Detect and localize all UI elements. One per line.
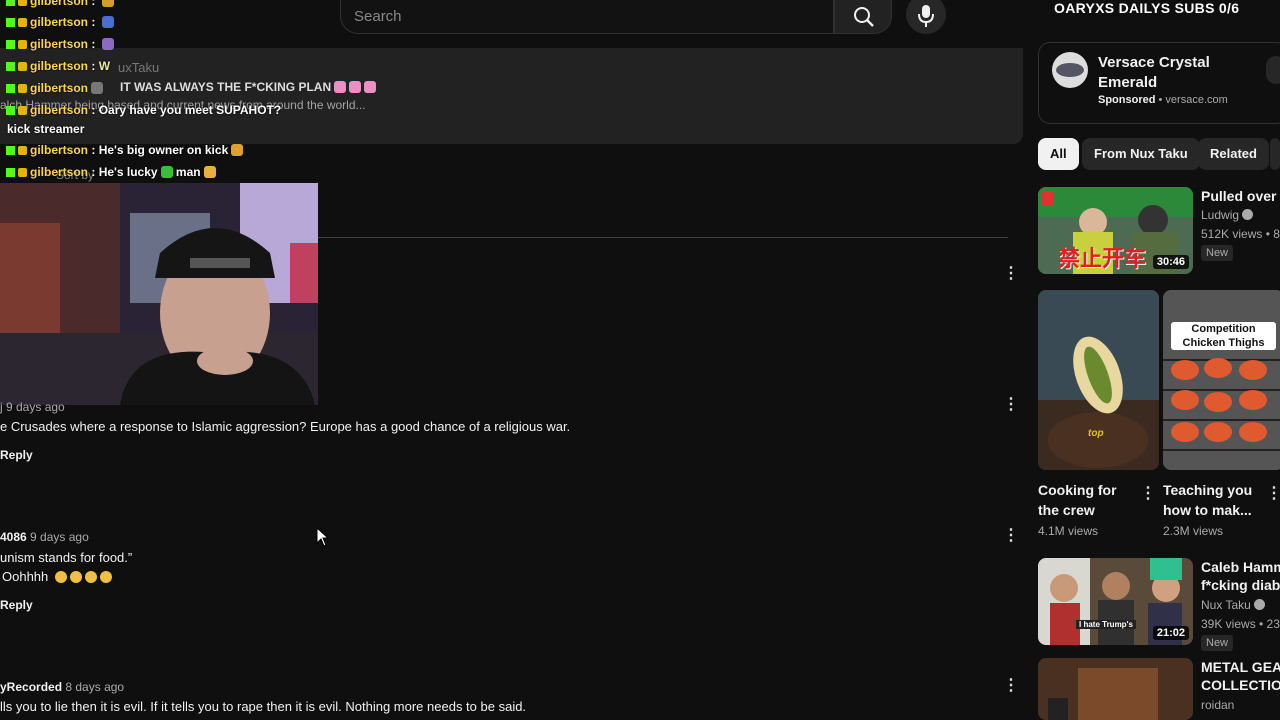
chat-message: gilbertson : He's lucky man	[6, 165, 216, 179]
video-title[interactable]: Pulled over in	[1201, 187, 1280, 205]
comment-meta: yRecorded 8 days ago	[0, 680, 125, 694]
video-meta: 39K views • 23 h	[1201, 617, 1280, 631]
video-title[interactable]: METAL GEARCOLLECTION	[1201, 658, 1280, 694]
more-options-icon[interactable]: ⋮	[1003, 678, 1019, 694]
comments-divider	[318, 237, 1008, 238]
sub-badge-icon	[18, 18, 27, 27]
thumbnail-caption: Competition Chicken Thighs	[1171, 322, 1276, 350]
comment-text: e Crusades where a response to Islamic a…	[0, 419, 571, 434]
verified-icon	[1242, 209, 1254, 220]
short-views: 4.1M views	[1038, 524, 1099, 538]
description-channel: uxTaku	[118, 60, 160, 75]
emote-icon	[231, 144, 244, 156]
new-badge: New	[1201, 635, 1234, 651]
thumbnail-caption: I hate Trump's	[1076, 620, 1136, 629]
video-channel: Nux Taku	[1201, 598, 1266, 612]
kick-badge-icon	[6, 106, 15, 115]
short-views: 2.3M views	[1163, 524, 1224, 538]
webcam-feed	[0, 183, 318, 405]
kick-badge-icon	[6, 168, 15, 177]
kick-badge-icon	[6, 40, 15, 49]
comment-text: unism stands for food.”	[0, 550, 133, 565]
search-box[interactable]	[340, 0, 834, 34]
reply-button[interactable]: Reply	[0, 448, 33, 462]
chip-related[interactable]: Related	[1198, 138, 1269, 170]
reply-button[interactable]: Reply	[0, 598, 33, 612]
chat-message: gilbertson : W	[6, 59, 110, 73]
verified-icon	[1254, 599, 1266, 610]
emote-icon	[160, 166, 173, 178]
comment-meta: 4086 9 days ago	[0, 530, 89, 544]
video-thumbnail[interactable]	[1038, 658, 1193, 720]
sub-badge-icon	[18, 84, 27, 93]
more-options-icon[interactable]: ⋮	[1003, 397, 1019, 413]
video-thumbnail[interactable]: 禁止开车 30:46	[1038, 187, 1193, 274]
microphone-icon	[918, 5, 934, 27]
more-options-icon[interactable]: ⋮	[1266, 486, 1280, 502]
more-options-icon[interactable]: ⋮	[1003, 528, 1019, 544]
kick-badge-icon	[6, 0, 15, 6]
comment-text: Oohhhh	[2, 569, 112, 584]
thumbnail-caption: 禁止开车	[1058, 246, 1147, 271]
chat-message: gilbertson :	[6, 15, 114, 29]
kick-badge-icon	[6, 62, 15, 71]
video-title[interactable]: Caleb Hammef*cking diabol	[1201, 558, 1280, 594]
chat-message: gilbertson :	[6, 37, 114, 51]
sub-badge-icon	[18, 62, 27, 71]
sub-badge-icon	[18, 0, 27, 6]
description-quote: IT WAS ALWAYS THE F*CKING PLAN	[120, 80, 377, 94]
sub-badge-icon	[18, 106, 27, 115]
chip-more[interactable]	[1270, 138, 1280, 170]
search-icon	[854, 7, 874, 27]
chip-all[interactable]: All	[1038, 138, 1079, 170]
search-button[interactable]	[834, 0, 892, 34]
chat-message: gilbertson :	[6, 0, 114, 8]
stream-overlay-title: OARYXS DAILYS SUBS 0/6	[1054, 0, 1240, 16]
ad-menu-button[interactable]	[1266, 56, 1280, 84]
search-input[interactable]: Search	[354, 8, 402, 25]
sub-badge-icon	[18, 168, 27, 177]
kick-badge-icon	[6, 146, 15, 155]
short-thumbnail[interactable]: top	[1038, 290, 1159, 470]
thumbnail-caption: top	[1088, 428, 1104, 439]
video-thumbnail[interactable]: I hate Trump's 21:02	[1038, 558, 1193, 645]
more-options-icon[interactable]: ⋮	[1003, 266, 1019, 282]
emote-icon	[91, 82, 104, 94]
ad-avatar	[1052, 52, 1088, 88]
comment-text: lls you to lie then it is evil. If it te…	[0, 699, 527, 714]
sub-badge-icon	[18, 40, 27, 49]
video-duration: 30:46	[1152, 255, 1189, 269]
emote-icon	[203, 166, 216, 178]
chat-message: gilbertson : Oary have you meet SUPAHOT?	[6, 103, 281, 117]
video-channel: Ludwig	[1201, 208, 1254, 222]
emote-icon	[101, 38, 114, 50]
new-badge: New	[1201, 245, 1234, 261]
chip-from-nux-taku[interactable]: From Nux Taku	[1082, 138, 1200, 170]
chat-message: gilbertson : He's big owner on kick	[6, 143, 244, 157]
video-meta: 512K views • 8 h	[1201, 227, 1280, 241]
ad-sponsored: Sponsored • versace.com	[1098, 94, 1228, 106]
comment-meta: j 9 days ago	[0, 400, 65, 414]
mouse-cursor-icon	[316, 527, 330, 547]
ad-title: Versace Crystal Emerald	[1098, 54, 1210, 91]
short-title[interactable]: Cooking for the crew	[1038, 480, 1117, 520]
emote-icon	[101, 16, 114, 28]
voice-search-button[interactable]	[906, 0, 946, 34]
more-options-icon[interactable]: ⋮	[1140, 486, 1156, 502]
kick-badge-icon	[6, 84, 15, 93]
short-title[interactable]: Teaching you how to mak...	[1163, 480, 1252, 520]
sub-badge-icon	[18, 146, 27, 155]
kick-badge-icon	[6, 18, 15, 27]
video-channel: roidan	[1201, 698, 1235, 712]
short-thumbnail[interactable]: Competition Chicken Thighs	[1163, 290, 1280, 470]
chat-message: gilbertson	[6, 81, 104, 95]
chat-message: kick streamer	[7, 122, 85, 136]
video-duration: 21:02	[1152, 626, 1189, 640]
